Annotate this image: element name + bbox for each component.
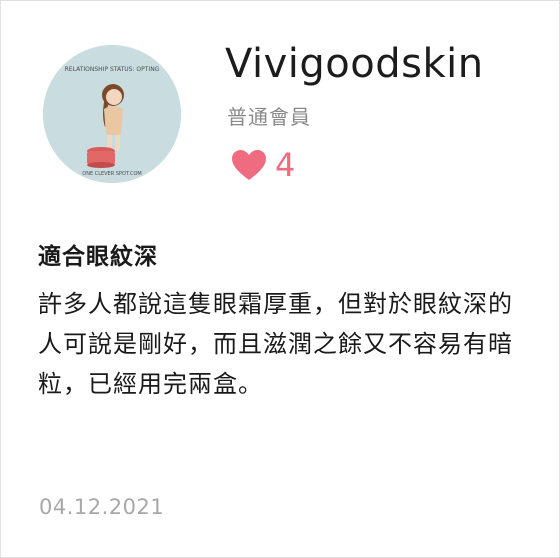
member-level: 普通會員 [227, 105, 311, 129]
heart-icon[interactable] [231, 149, 267, 181]
review-body: 許多人都說這隻眼霜厚重，但對於眼紋深的人可說是剛好，而且滋潤之餘又不容易有暗粒，… [38, 290, 513, 398]
review-card: RELATIONSHIP STATUS: OPTING ONE CLEVER S… [0, 0, 560, 558]
username[interactable]: Vivigoodskin [225, 41, 484, 87]
avatar-caption-top: RELATIONSHIP STATUS: OPTING [65, 66, 160, 73]
avatar-caption-bottom: ONE CLEVER SPOT.COM [82, 171, 141, 177]
review-title: 適合眼紋深 [38, 244, 158, 270]
like-counter[interactable]: 4 [231, 149, 295, 181]
review-date: 04.12.2021 [39, 495, 165, 519]
avatar-illustration: RELATIONSHIP STATUS: OPTING ONE CLEVER S… [43, 45, 181, 183]
avatar[interactable]: RELATIONSHIP STATUS: OPTING ONE CLEVER S… [43, 45, 181, 183]
like-count: 4 [275, 146, 296, 184]
